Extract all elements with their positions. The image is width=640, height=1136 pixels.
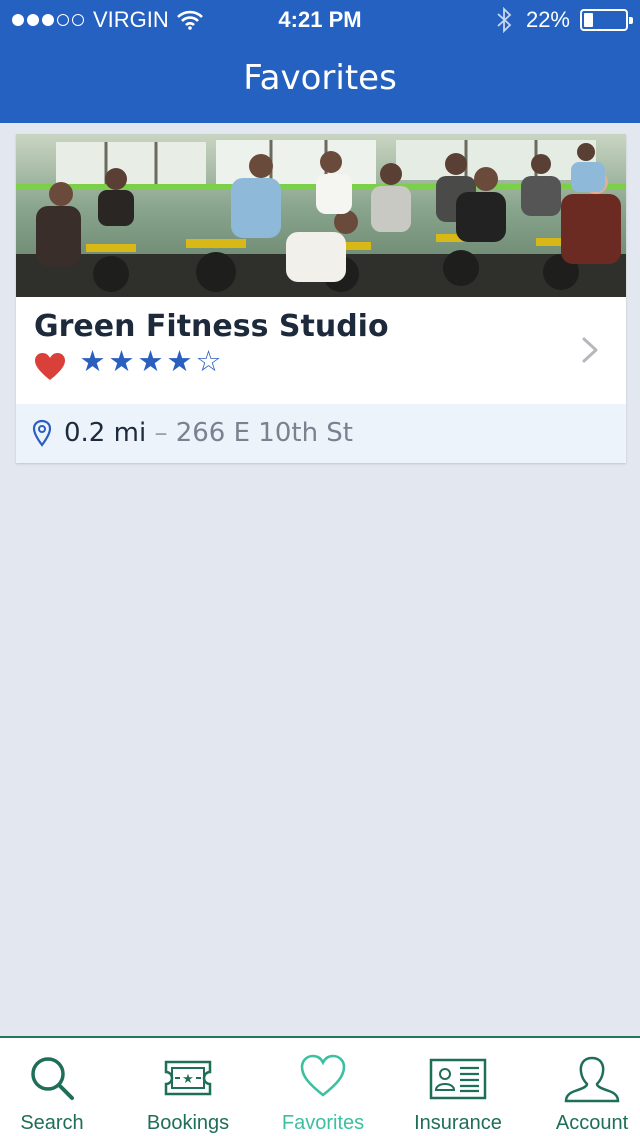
tab-search[interactable]: Search xyxy=(0,1038,104,1136)
tab-label-insurance: Insurance xyxy=(414,1112,502,1134)
top-bar: VIRGIN 4:21 PM 22% Favorites xyxy=(0,0,640,123)
tab-insurance[interactable]: Insurance xyxy=(402,1038,514,1136)
tab-bookings[interactable]: ★ Bookings xyxy=(130,1038,246,1136)
page-title: Favorites xyxy=(243,58,397,98)
star-empty-icon: ☆ xyxy=(195,346,222,378)
ticket-icon: ★ xyxy=(164,1060,212,1096)
tab-label-search: Search xyxy=(20,1112,84,1134)
street-address: 266 E 10th St xyxy=(175,418,354,448)
battery-icon xyxy=(580,9,633,31)
tab-bar: Search ★ Bookings Favorites Insurance Ac… xyxy=(0,1036,640,1136)
battery-percent: 22% xyxy=(525,7,570,32)
card-info: Green Fitness Studio ★ ★ ★ ★ ☆ xyxy=(16,297,626,404)
svg-text:★: ★ xyxy=(182,1072,194,1087)
star-filled-icon: ★ xyxy=(108,346,135,378)
star-filled-icon: ★ xyxy=(79,346,106,378)
bluetooth-icon xyxy=(497,7,512,33)
studio-name: Green Fitness Studio xyxy=(34,309,389,344)
tab-label-favorites: Favorites xyxy=(281,1112,365,1134)
status-right: 22% xyxy=(496,0,633,40)
tab-favorites[interactable]: Favorites xyxy=(268,1038,378,1136)
address-separator: – xyxy=(154,418,168,448)
battery-fill xyxy=(584,13,593,27)
status-bar: VIRGIN 4:21 PM 22% xyxy=(0,0,640,40)
heart-filled-icon[interactable] xyxy=(34,352,66,382)
distance: 0.2 mi xyxy=(64,418,147,448)
card-address: 0.2 mi – 266 E 10th St xyxy=(16,404,626,463)
location-pin-icon xyxy=(32,419,52,447)
id-card-icon xyxy=(429,1058,487,1100)
tab-label-account: Account xyxy=(555,1112,629,1134)
tab-label-bookings: Bookings xyxy=(146,1112,230,1134)
star-filled-icon: ★ xyxy=(166,346,193,378)
user-icon xyxy=(564,1056,620,1103)
search-icon xyxy=(31,1057,74,1100)
spin-class-photo xyxy=(16,134,626,297)
star-filled-icon: ★ xyxy=(137,346,164,378)
tab-account[interactable]: Account xyxy=(544,1038,640,1136)
chevron-right-icon[interactable] xyxy=(580,335,600,365)
rating-stars: ★ ★ ★ ★ ☆ xyxy=(78,347,223,377)
heart-outline-icon xyxy=(300,1054,346,1097)
address-line: 0.2 mi – 266 E 10th St xyxy=(64,404,353,463)
favorite-card[interactable]: Green Fitness Studio ★ ★ ★ ★ ☆ 0.2 mi – 266 … xyxy=(16,134,626,463)
